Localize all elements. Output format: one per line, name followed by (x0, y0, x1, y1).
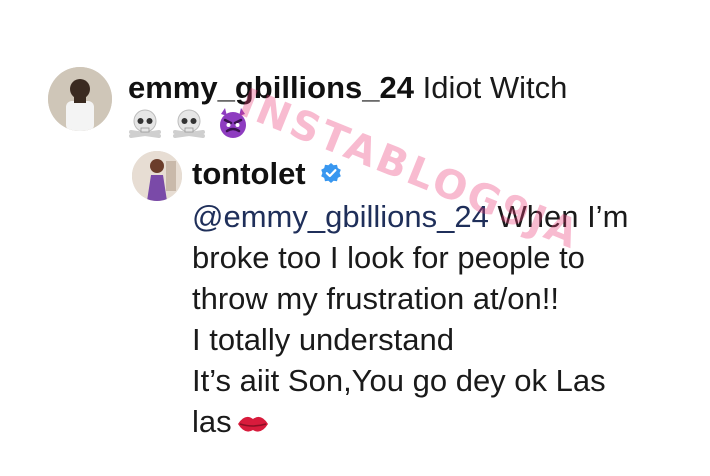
reply-header: tontolet (192, 156, 342, 192)
reply-username[interactable]: tontolet (192, 156, 306, 191)
skull-crossbones-icon (173, 109, 205, 138)
reply-text: @emmy_gbillions_24 When I’m broke too I … (192, 196, 628, 442)
commenter-username[interactable]: emmy_gbillions_24 (128, 70, 414, 105)
comment-emoji-row (128, 106, 250, 140)
reply-line-4: I totally understand (192, 322, 454, 357)
reply-line-6-text: las (192, 404, 232, 439)
angry-devil-icon (220, 108, 246, 138)
mention-link[interactable]: @emmy_gbillions_24 (192, 199, 489, 234)
reply-line-3: throw my frustration at/on!! (192, 281, 559, 316)
reply-line-2: broke too I look for people to (192, 240, 585, 275)
reply-line-1-text: When I’m (497, 199, 629, 234)
skull-crossbones-icon (129, 109, 161, 138)
reply-avatar[interactable] (132, 151, 182, 201)
reply-line-5: It’s aiit Son,You go dey ok Las (192, 363, 606, 398)
reply-line-6: las (192, 401, 628, 442)
kiss-mark-icon (237, 416, 268, 432)
comment-text: Idiot Witch (422, 70, 568, 105)
reply-line-1: @emmy_gbillions_24 When I’m (192, 196, 628, 237)
comment-line: emmy_gbillions_24 Idiot Witch (128, 70, 567, 106)
commenter-avatar[interactable] (48, 67, 112, 131)
verified-badge-icon (321, 162, 342, 183)
